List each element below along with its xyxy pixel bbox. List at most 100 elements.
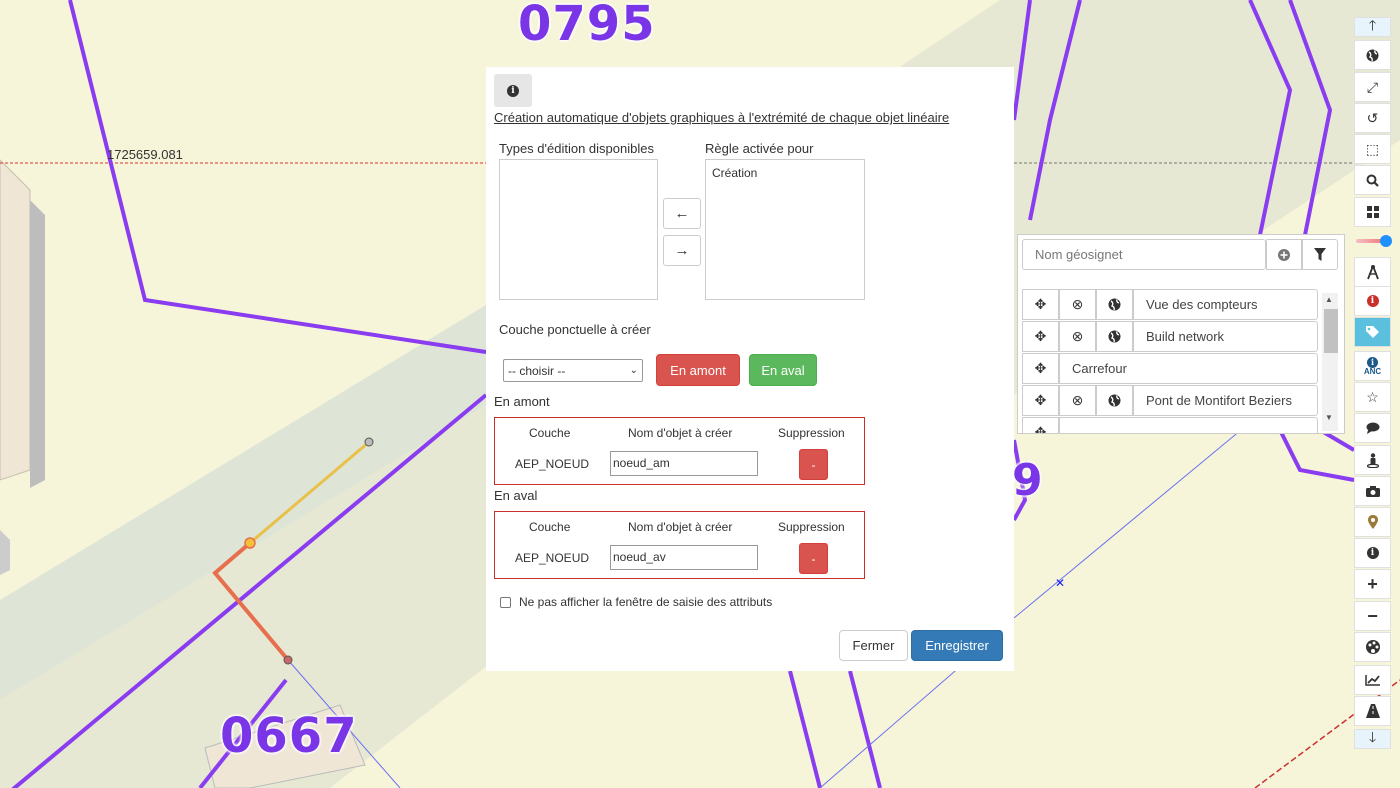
delete-circle-icon[interactable]: ⊗ bbox=[1059, 289, 1096, 320]
parcel-label: 0667 bbox=[220, 708, 358, 764]
geosignet-list: ✥ ⊗ Vue des compteurs ✥ ⊗ Build network … bbox=[1022, 289, 1318, 433]
comment-icon[interactable] bbox=[1354, 413, 1391, 443]
globe-icon[interactable] bbox=[1096, 289, 1133, 320]
opacity-slider[interactable] bbox=[1356, 235, 1392, 247]
globe-icon[interactable] bbox=[1354, 40, 1391, 70]
column-header-delete: Suppression bbox=[778, 426, 845, 440]
aval-table: Couche Nom d'objet à créer Suppression A… bbox=[494, 511, 865, 579]
layer-label: Couche ponctuelle à créer bbox=[499, 322, 651, 337]
arrow-up-icon[interactable]: 🡑 bbox=[1354, 17, 1391, 37]
geosignet-name[interactable]: Build network bbox=[1133, 321, 1318, 352]
hide-attributes-label: Ne pas afficher la fenêtre de saisie des… bbox=[519, 595, 773, 609]
column-header-layer: Couche bbox=[529, 426, 571, 440]
geosignet-name[interactable]: Carrefour bbox=[1059, 353, 1318, 384]
geosignet-name[interactable] bbox=[1059, 417, 1318, 433]
save-button[interactable]: Enregistrer bbox=[911, 630, 1003, 661]
add-aval-button[interactable]: En aval bbox=[749, 354, 817, 386]
palette-icon[interactable] bbox=[1354, 632, 1391, 662]
info-icon: i bbox=[507, 84, 519, 97]
arrow-down-icon[interactable]: 🡓 bbox=[1354, 729, 1391, 749]
search-icon[interactable] bbox=[1354, 165, 1391, 195]
add-amont-button[interactable]: En amont bbox=[656, 354, 740, 386]
arrow-left-icon: ← bbox=[674, 205, 690, 222]
star-icon[interactable]: ☆ bbox=[1354, 382, 1391, 412]
compass-icon[interactable] bbox=[1354, 257, 1391, 287]
road-icon[interactable] bbox=[1354, 696, 1391, 726]
aval-name-input[interactable]: noeud_av bbox=[610, 545, 758, 570]
building bbox=[0, 159, 31, 481]
list-item[interactable]: Création bbox=[712, 166, 858, 180]
delete-aval-button[interactable]: - bbox=[799, 543, 828, 574]
move-icon[interactable]: ✥ bbox=[1022, 289, 1059, 320]
chevron-down-icon: ⌄ bbox=[629, 365, 638, 376]
select-area-icon[interactable]: ⬚ bbox=[1354, 134, 1391, 164]
zoom-in-icon[interactable]: + bbox=[1354, 569, 1391, 599]
delete-amont-button[interactable]: - bbox=[799, 449, 828, 480]
amont-name-input[interactable]: noeud_am bbox=[610, 451, 758, 476]
available-types-label: Types d'édition disponibles bbox=[499, 141, 654, 156]
globe-icon[interactable] bbox=[1096, 385, 1133, 416]
map-pin-icon[interactable] bbox=[1354, 507, 1391, 537]
geosignet-name-input[interactable]: Nom géosignet bbox=[1022, 239, 1266, 270]
filter-button[interactable] bbox=[1302, 239, 1338, 270]
scroll-up-icon[interactable]: ▲ bbox=[1325, 295, 1333, 304]
scrollbar[interactable]: ▲ ▼ bbox=[1322, 293, 1338, 431]
parcel-label: 0795 bbox=[518, 0, 656, 52]
scroll-down-icon[interactable]: ▼ bbox=[1325, 413, 1333, 422]
edit-vertex[interactable] bbox=[283, 655, 293, 665]
list-item: ✥ Carrefour bbox=[1022, 353, 1318, 385]
grid-icon[interactable] bbox=[1354, 197, 1391, 227]
list-item: ✥ bbox=[1022, 417, 1318, 433]
move-icon[interactable]: ✥ bbox=[1022, 321, 1059, 352]
aval-section-title: En aval bbox=[494, 488, 538, 503]
hide-attributes-checkbox[interactable] bbox=[500, 596, 511, 608]
layer-select-value: -- choisir -- bbox=[508, 363, 566, 378]
move-icon[interactable]: ✥ bbox=[1022, 385, 1059, 416]
layer-select[interactable]: -- choisir -- ⌄ bbox=[503, 359, 643, 382]
edit-vertex[interactable] bbox=[364, 437, 374, 447]
delete-circle-icon[interactable]: ⊗ bbox=[1059, 321, 1096, 352]
available-types-list[interactable] bbox=[499, 159, 658, 300]
row-layer: AEP_NOEUD bbox=[515, 457, 590, 471]
delete-circle-icon[interactable]: ⊗ bbox=[1059, 385, 1096, 416]
edit-vertex[interactable] bbox=[244, 537, 256, 549]
anc-label: ANC bbox=[1363, 366, 1382, 376]
move-icon[interactable]: ✥ bbox=[1022, 417, 1059, 433]
street-view-icon[interactable] bbox=[1354, 445, 1391, 475]
active-rule-list[interactable]: Création bbox=[705, 159, 865, 300]
camera-icon[interactable] bbox=[1354, 476, 1391, 506]
globe-icon[interactable] bbox=[1096, 321, 1133, 352]
history-icon[interactable]: ↺ bbox=[1354, 103, 1391, 133]
column-header-layer: Couche bbox=[529, 520, 571, 534]
hide-attributes-row[interactable]: Ne pas afficher la fenêtre de saisie des… bbox=[500, 595, 772, 609]
column-header-delete: Suppression bbox=[778, 520, 845, 534]
active-rule-label: Règle activée pour bbox=[705, 141, 814, 156]
geosignet-name[interactable]: Pont de Montifort Beziers bbox=[1133, 385, 1318, 416]
anc-info-icon[interactable]: i ANC bbox=[1354, 351, 1391, 381]
network-node-mark: ✕ bbox=[1055, 576, 1065, 590]
row-layer: AEP_NOEUD bbox=[515, 551, 590, 565]
info-red-icon[interactable]: i bbox=[1354, 286, 1391, 316]
building-shadow bbox=[30, 200, 45, 488]
close-button[interactable]: Fermer bbox=[839, 630, 908, 661]
geosignet-panel: Nom géosignet ✥ ⊗ Vue des compteurs ✥ ⊗ … bbox=[1017, 234, 1345, 434]
list-item: ✥ ⊗ Pont de Montifort Beziers bbox=[1022, 385, 1318, 417]
move-left-button[interactable]: ← bbox=[663, 198, 701, 229]
fullscreen-icon[interactable]: ⤢ bbox=[1354, 72, 1391, 102]
geosignet-name[interactable]: Vue des compteurs bbox=[1133, 289, 1318, 320]
info-tab[interactable]: i bbox=[494, 74, 532, 107]
zoom-out-icon[interactable]: − bbox=[1354, 601, 1391, 631]
building bbox=[0, 530, 10, 575]
bookmark-tags-icon[interactable] bbox=[1354, 317, 1391, 347]
coordinate-label: 1725659.081 bbox=[107, 147, 183, 162]
scrollbar-thumb[interactable] bbox=[1324, 309, 1338, 353]
add-geosignet-button[interactable] bbox=[1266, 239, 1302, 270]
column-header-name: Nom d'objet à créer bbox=[628, 520, 733, 534]
move-right-button[interactable]: → bbox=[663, 235, 701, 266]
line-chart-icon[interactable] bbox=[1354, 665, 1391, 695]
move-icon[interactable]: ✥ bbox=[1022, 353, 1059, 384]
info-icon[interactable]: i bbox=[1354, 538, 1391, 568]
amont-table: Couche Nom d'objet à créer Suppression A… bbox=[494, 417, 865, 485]
slider-knob[interactable] bbox=[1380, 235, 1392, 247]
rule-dialog: i Création automatique d'objets graphiqu… bbox=[486, 67, 1014, 671]
